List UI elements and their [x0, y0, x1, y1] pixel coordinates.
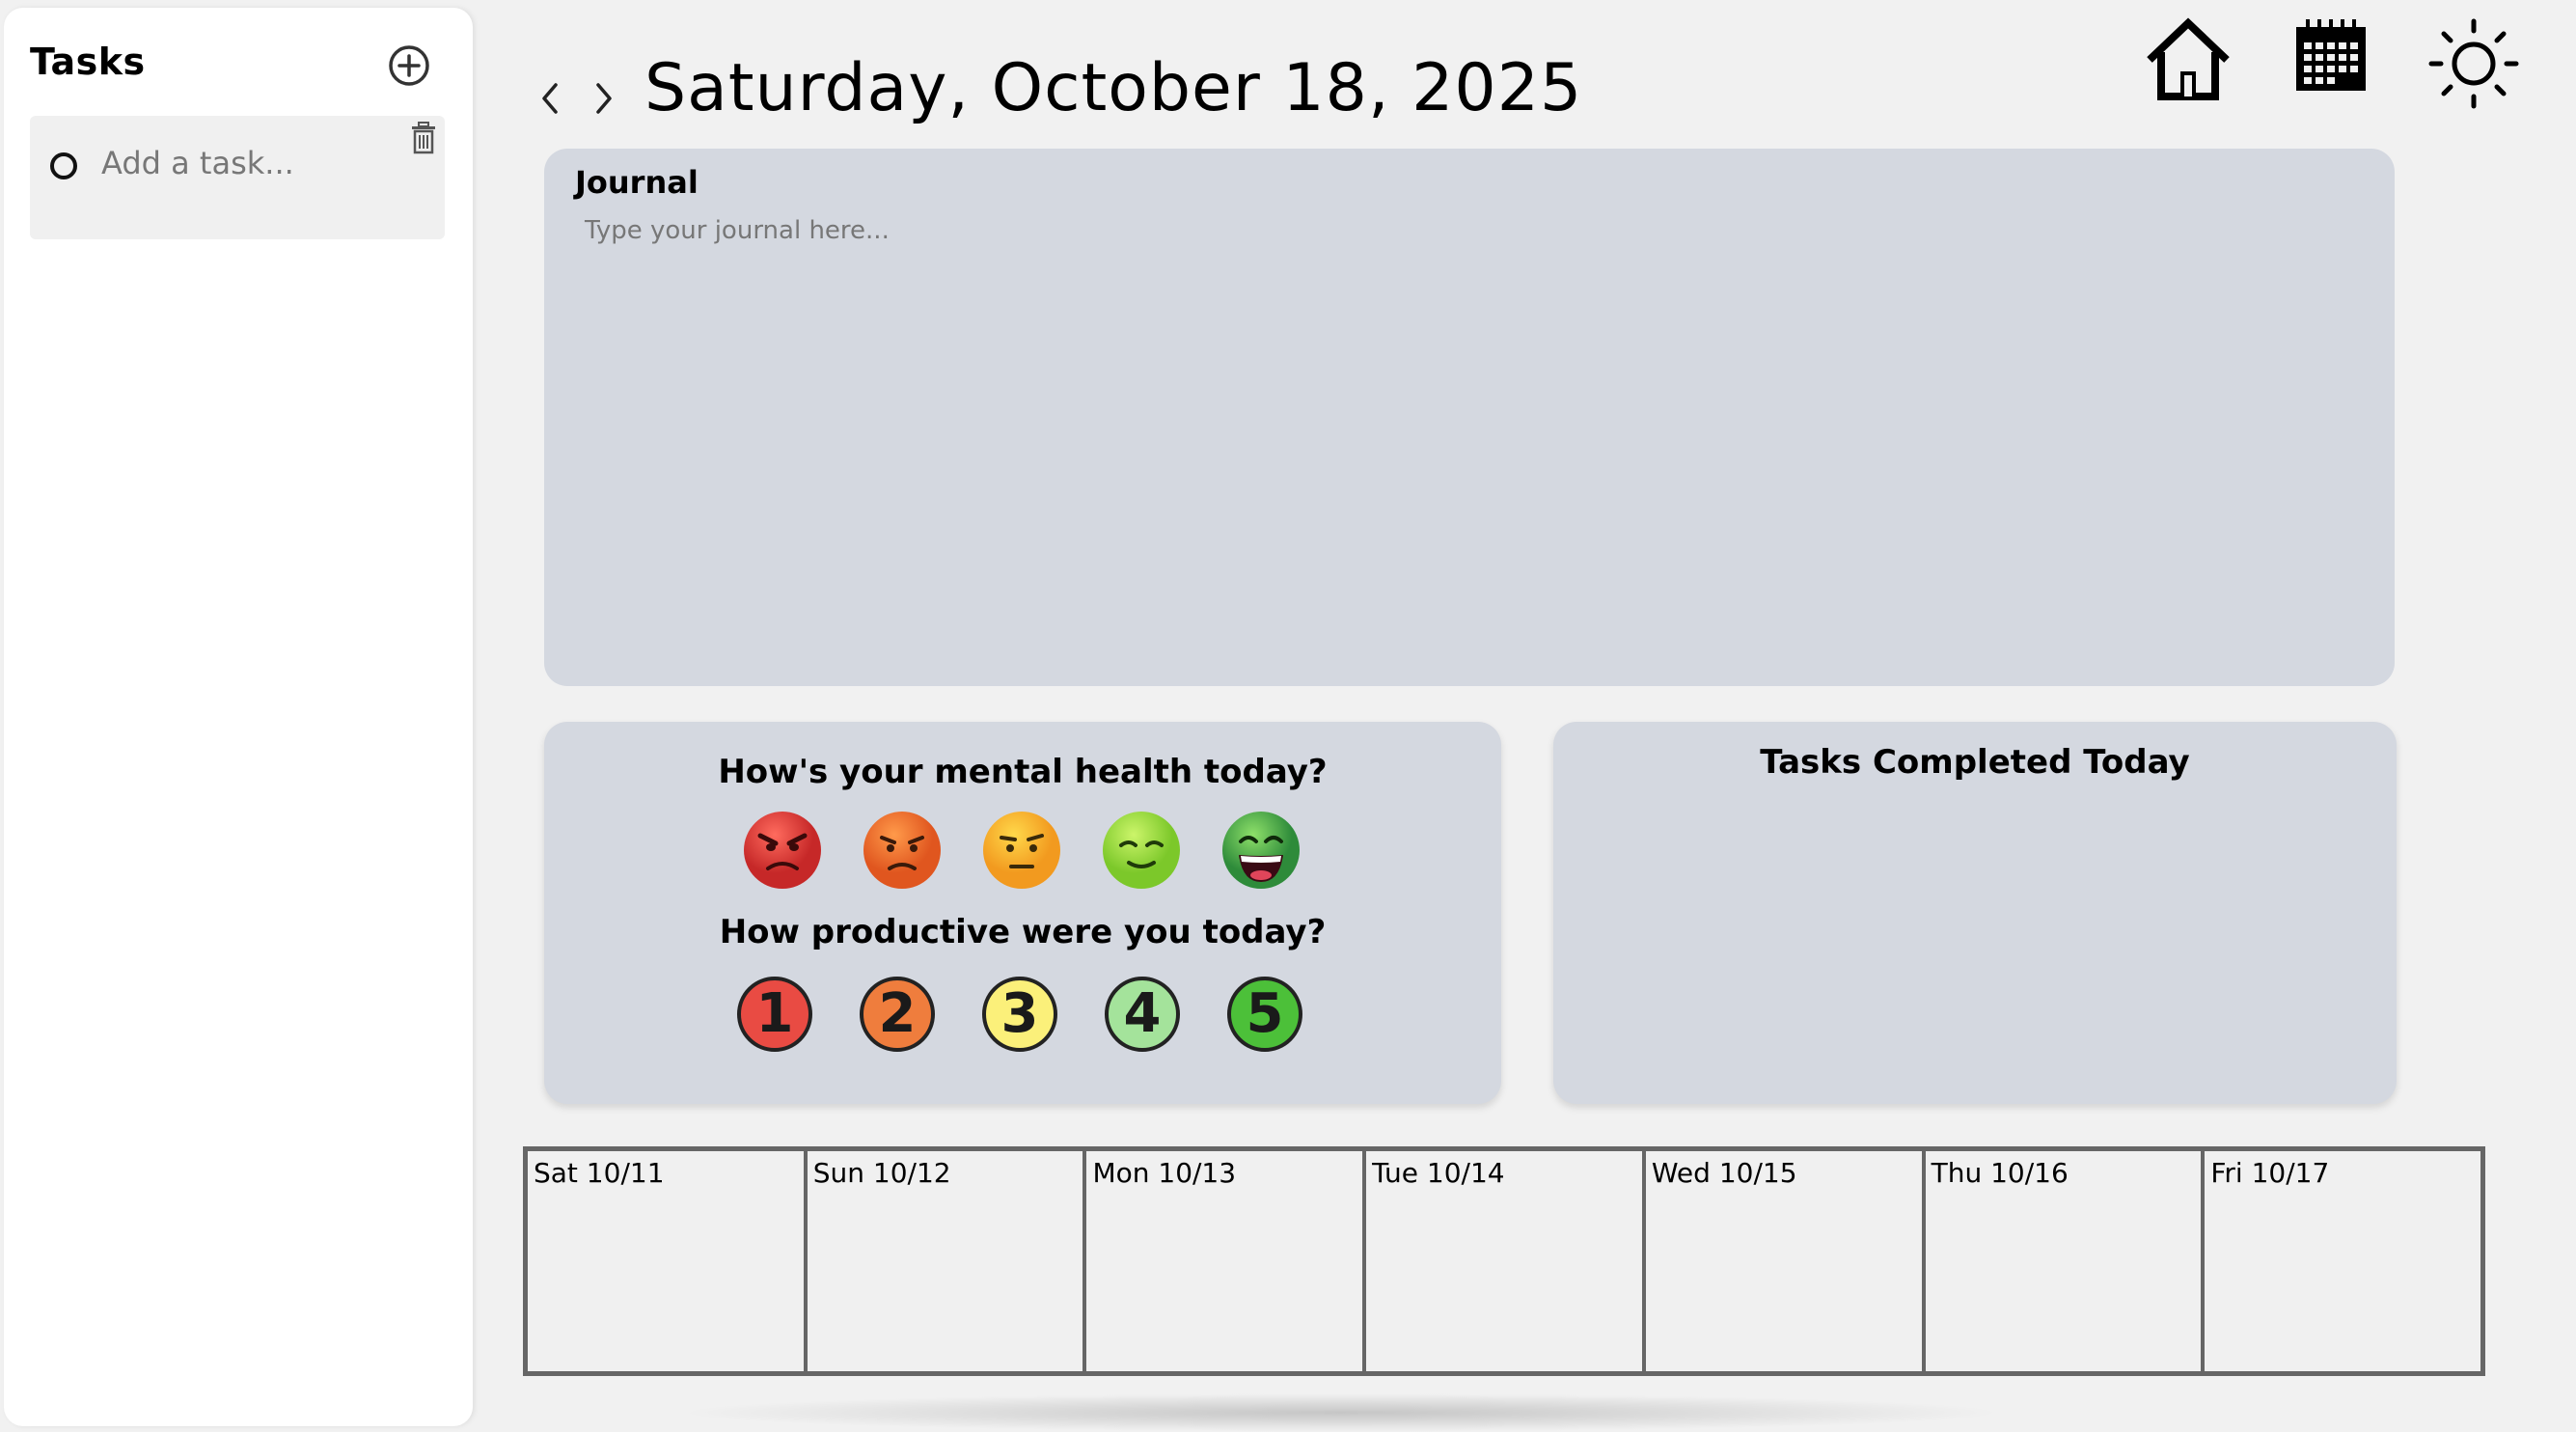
trash-icon[interactable] — [409, 122, 438, 154]
add-task-button[interactable] — [387, 43, 431, 88]
mental-health-question: How's your mental health today? — [718, 753, 1328, 791]
productivity-question: How productive were you today? — [719, 913, 1327, 951]
calendar-icon[interactable] — [2292, 17, 2370, 95]
day-label: Tue 10/14 — [1372, 1157, 1505, 1189]
chevron-right-icon[interactable] — [590, 79, 617, 118]
current-date-title: Saturday, October 18, 2025 — [644, 50, 1583, 126]
bottom-shadow — [675, 1393, 2007, 1432]
day-cell[interactable]: Tue 10/14 — [1366, 1151, 1646, 1371]
day-label: Mon 10/13 — [1092, 1157, 1237, 1189]
sidebar-title: Tasks — [30, 41, 146, 83]
daily-ratings-panel: How's your mental health today? How prod… — [544, 722, 1501, 1104]
tasks-completed-panel: Tasks Completed Today — [1553, 722, 2397, 1104]
day-label: Thu 10/16 — [1931, 1157, 2069, 1189]
journal-textarea[interactable]: Type your journal here... — [585, 216, 890, 245]
laughing-face-icon[interactable] — [1221, 811, 1301, 890]
week-strip: Sat 10/11 Sun 10/12 Mon 10/13 Tue 10/14 … — [523, 1146, 2485, 1376]
home-icon[interactable] — [2144, 17, 2233, 104]
productivity-option-2[interactable]: 2 — [860, 977, 935, 1052]
content-face-icon[interactable] — [1102, 811, 1181, 890]
journal-panel: Journal Type your journal here... — [544, 149, 2395, 686]
productivity-option-4[interactable]: 4 — [1105, 977, 1180, 1052]
chevron-left-icon[interactable] — [536, 79, 563, 118]
task-input[interactable]: Add a task... — [101, 145, 294, 181]
day-cell[interactable]: Mon 10/13 — [1086, 1151, 1367, 1371]
journal-title: Journal — [575, 164, 699, 201]
day-cell[interactable]: Fri 10/17 — [2205, 1151, 2480, 1371]
angry-face-icon[interactable] — [863, 811, 942, 890]
neutral-face-icon[interactable] — [982, 811, 1061, 890]
day-label: Wed 10/15 — [1651, 1157, 1797, 1189]
productivity-option-3[interactable]: 3 — [982, 977, 1057, 1052]
tasks-completed-title: Tasks Completed Today — [1760, 743, 2190, 782]
task-checkbox[interactable] — [50, 152, 77, 179]
day-cell[interactable]: Wed 10/15 — [1646, 1151, 1926, 1371]
tasks-sidebar: Tasks Add a task... — [4, 8, 473, 1426]
day-label: Sat 10/11 — [534, 1157, 665, 1189]
very-angry-face-icon[interactable] — [743, 811, 822, 890]
task-item: Add a task... — [30, 116, 445, 239]
day-cell[interactable]: Thu 10/16 — [1926, 1151, 2206, 1371]
day-cell[interactable]: Sun 10/12 — [808, 1151, 1087, 1371]
day-label: Sun 10/12 — [812, 1157, 951, 1189]
productivity-option-5[interactable]: 5 — [1227, 977, 1302, 1052]
sun-icon[interactable] — [2427, 17, 2520, 110]
productivity-option-1[interactable]: 1 — [737, 977, 812, 1052]
day-cell[interactable]: Sat 10/11 — [528, 1151, 808, 1371]
day-label: Fri 10/17 — [2210, 1157, 2330, 1189]
